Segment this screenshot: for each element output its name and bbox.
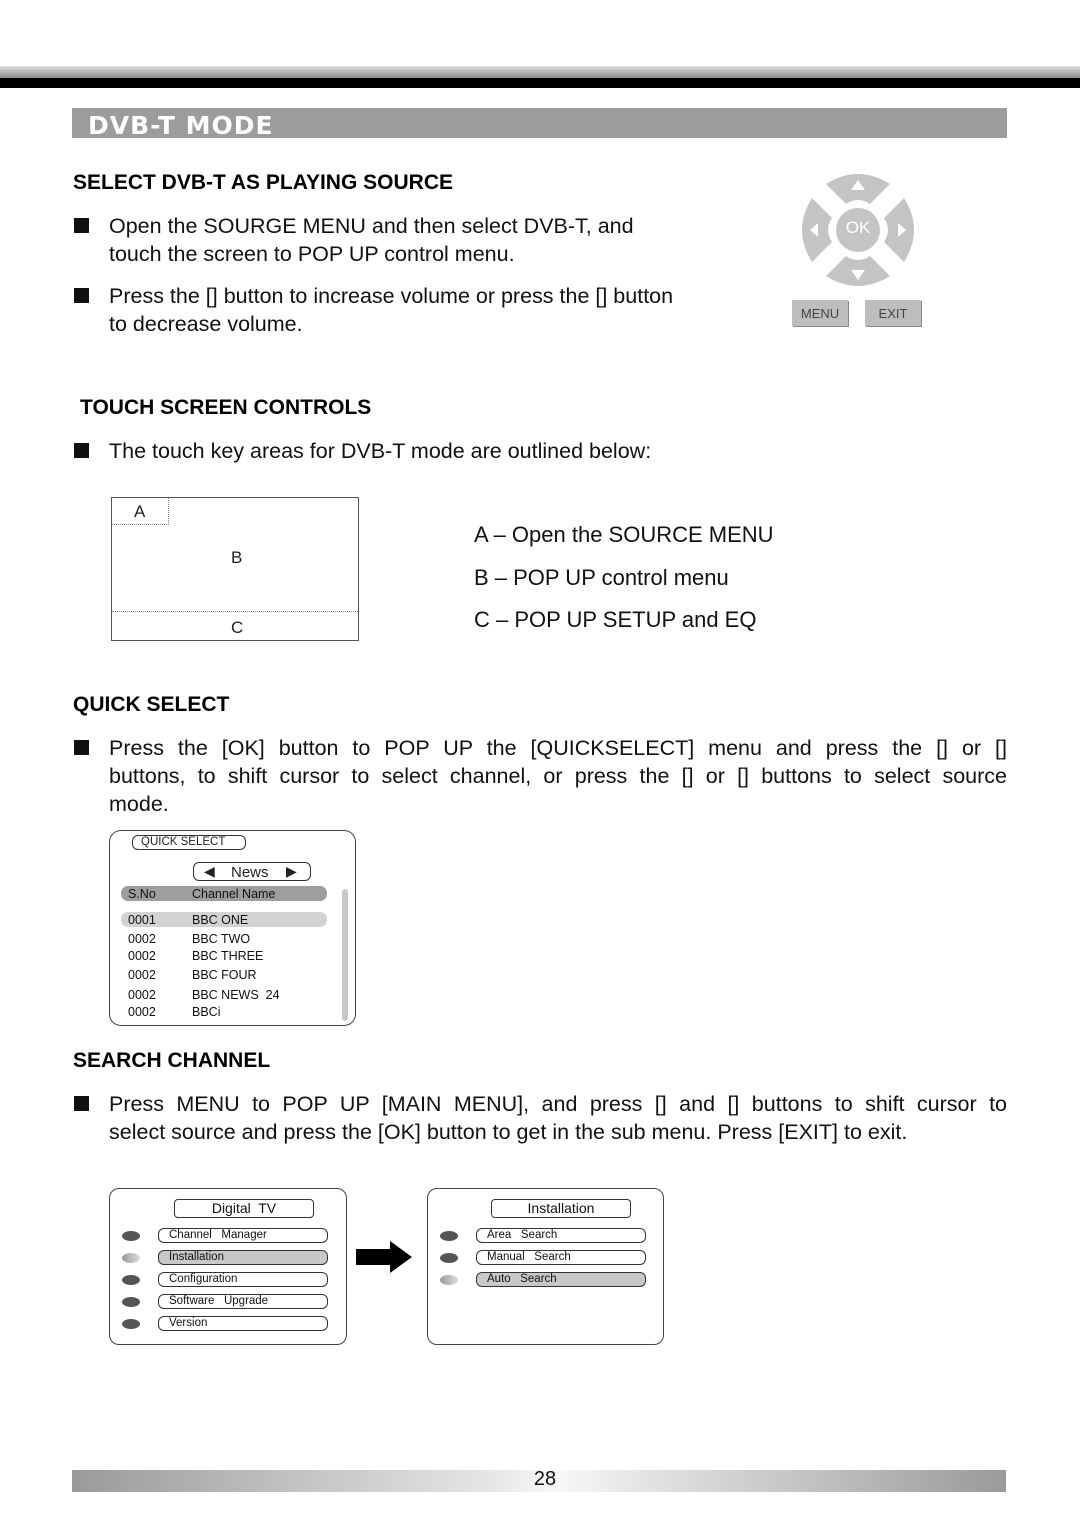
paragraph-volume: Press the [] button to increase volume o…	[109, 282, 719, 338]
touch-area-c-label: C	[231, 618, 244, 637]
bullet-icon	[74, 1096, 89, 1111]
menu-bullet-icon	[440, 1253, 458, 1263]
text-line: Open the SOURGE MENU and then select DVB…	[109, 214, 634, 238]
menu-bullet-icon-selected	[440, 1275, 458, 1285]
channel-number: 0002	[128, 988, 156, 1002]
legend-a: A – Open the SOURCE MENU	[474, 522, 774, 547]
heading-quick-select: QUICK SELECT	[73, 693, 230, 716]
page-number: 28	[533, 1468, 557, 1490]
installation-menu-item[interactable]: Manual Search	[476, 1250, 646, 1265]
main-menu-item[interactable]: Version	[158, 1316, 328, 1331]
menu-bullet-icon	[122, 1231, 140, 1241]
paragraph-quick-select: Press the [OK] button to POP UP the [QUI…	[109, 734, 1007, 818]
channel-number: 0002	[128, 1005, 156, 1019]
channel-name: BBC NEWS 24	[192, 988, 280, 1002]
bullet-icon	[74, 740, 89, 755]
bullet-icon	[74, 218, 89, 233]
heading-search-channel: SEARCH CHANNEL	[73, 1049, 271, 1072]
heading-select-source: SELECT DVB-T AS PLAYING SOURCE	[73, 171, 453, 194]
column-header-sno: S.No	[128, 887, 156, 901]
legend-c: C – POP UP SETUP and EQ	[474, 607, 757, 632]
column-header-channel: Channel Name	[192, 887, 276, 901]
heading-touch-controls: TOUCH SCREEN CONTROLS	[80, 396, 372, 419]
menu-bullet-icon	[122, 1275, 140, 1285]
right-arrow-icon	[356, 1241, 412, 1273]
category-prev-icon[interactable]: ◀	[204, 863, 215, 880]
remote-dpad: OK	[798, 170, 918, 290]
bullet-icon	[74, 443, 89, 458]
text-line: touch the screen to POP UP control menu.	[109, 242, 515, 266]
column-header-bar: S.No Channel Name	[121, 886, 327, 901]
paragraph-open-source: Open the SOURGE MENU and then select DVB…	[109, 212, 715, 268]
text-line: mode.	[109, 792, 169, 816]
installation-menu-title: Installation	[491, 1199, 631, 1218]
touch-area-c-divider	[112, 611, 358, 612]
quick-select-panel: QUICK SELECT ◀ News ▶ S.No Channel Name …	[109, 830, 356, 1026]
text-line: buttons, to shift cursor to select chann…	[109, 764, 1007, 788]
scrollbar[interactable]	[342, 889, 348, 1021]
channel-number: 0002	[128, 949, 156, 963]
ok-button-label[interactable]: OK	[836, 218, 880, 238]
channel-name: BBC ONE	[192, 913, 249, 927]
main-menu-item[interactable]: Channel Manager	[158, 1228, 328, 1243]
header-black-bar	[0, 78, 1080, 88]
channel-number: 0002	[128, 968, 156, 982]
touch-area-diagram: A B C	[111, 497, 359, 641]
section-title: DVB-T MODE	[88, 111, 274, 140]
channel-name: BBC TWO	[192, 932, 251, 946]
touch-area-a-label: A	[134, 502, 146, 521]
menu-bullet-icon	[122, 1297, 140, 1307]
paragraph-touch-areas: The touch key areas for DVB-T mode are o…	[109, 439, 652, 463]
category-next-icon[interactable]: ▶	[286, 863, 297, 880]
legend-b: B – POP UP control menu	[474, 565, 729, 590]
installation-menu-item[interactable]: Area Search	[476, 1228, 646, 1243]
exit-button[interactable]: EXIT	[865, 300, 921, 326]
quick-select-title: QUICK SELECT	[132, 835, 246, 850]
channel-number: 0002	[128, 932, 156, 946]
main-menu-item[interactable]: Software Upgrade	[158, 1294, 328, 1309]
category-label: News	[231, 864, 269, 881]
main-menu-item[interactable]: Configuration	[158, 1272, 328, 1287]
menu-button[interactable]: MENU	[792, 300, 848, 326]
text-line: select source and press the [OK] button …	[109, 1120, 908, 1144]
menu-bullet-icon	[440, 1231, 458, 1241]
channel-name: BBC THREE	[192, 949, 264, 963]
installation-menu-item-selected[interactable]: Auto Search	[476, 1272, 646, 1287]
main-menu-item-selected[interactable]: Installation	[158, 1250, 328, 1265]
text-line: Press the [] button to increase volume o…	[109, 284, 674, 308]
channel-name: BBC FOUR	[192, 968, 257, 982]
text-line: Press MENU to POP UP [MAIN MENU], and pr…	[109, 1092, 1007, 1116]
installation-menu-panel: Installation Area Search Manual Search A…	[427, 1188, 664, 1345]
menu-bullet-icon-selected	[122, 1253, 140, 1263]
text-line: to decrease volume.	[109, 312, 303, 336]
header-gradient-bar	[0, 66, 1080, 78]
main-menu-title: Digital TV	[174, 1199, 314, 1218]
channel-name: BBCi	[192, 1005, 221, 1019]
paragraph-search-channel: Press MENU to POP UP [MAIN MENU], and pr…	[109, 1090, 1007, 1146]
channel-number: 0001	[128, 913, 156, 927]
bullet-icon	[74, 288, 89, 303]
main-menu-panel: Digital TV Channel Manager Installation …	[109, 1188, 347, 1345]
text-line: Press the [OK] button to POP UP the [QUI…	[109, 736, 1007, 760]
touch-area-b-label: B	[231, 548, 243, 567]
category-selector[interactable]: ◀ News ▶	[193, 862, 311, 881]
section-banner: DVB-T MODE	[72, 108, 1007, 140]
menu-bullet-icon	[122, 1319, 140, 1329]
